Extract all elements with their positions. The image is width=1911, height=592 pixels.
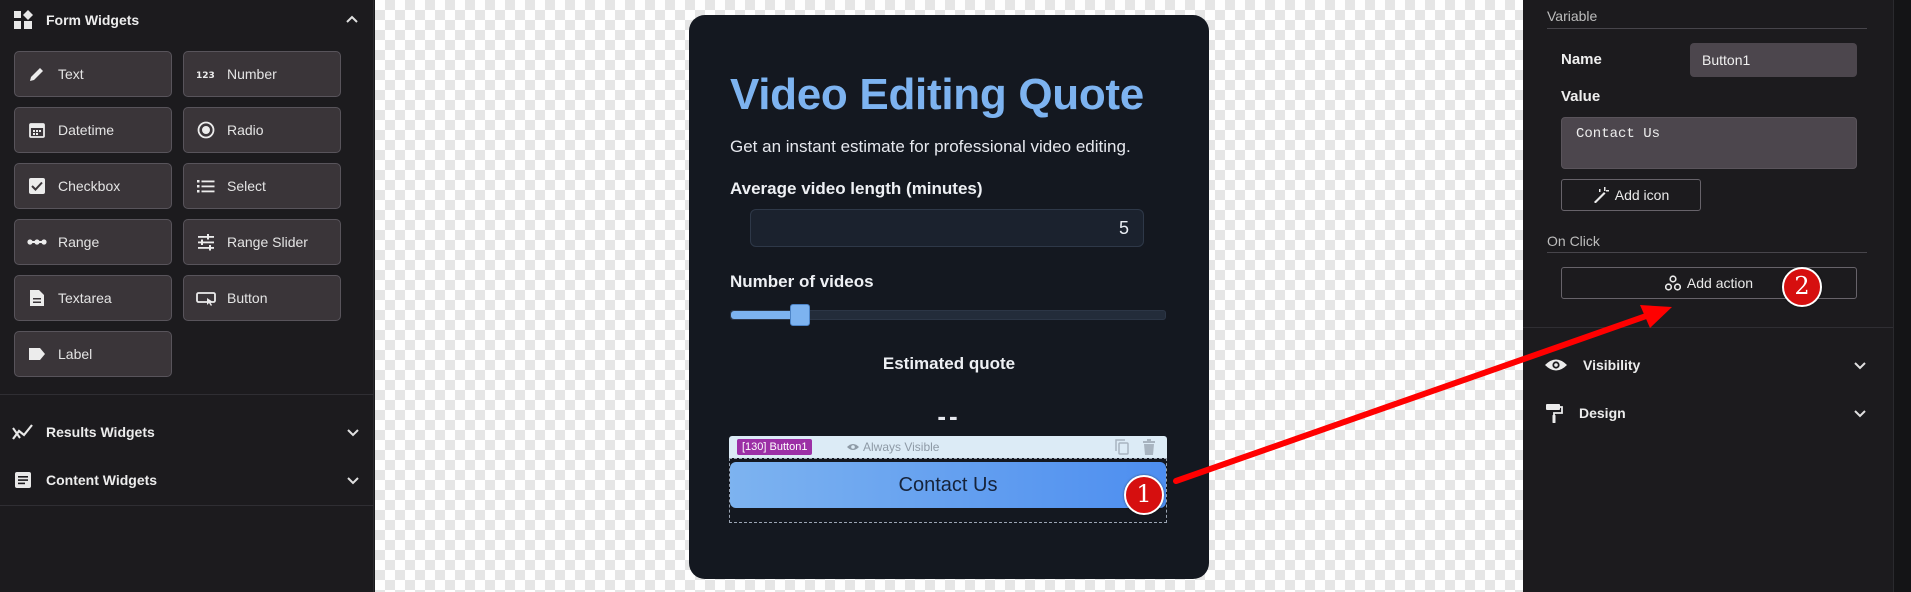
video-length-input[interactable]: 5 xyxy=(750,209,1144,247)
chevron-down-icon[interactable] xyxy=(344,471,362,489)
chevron-down-icon[interactable] xyxy=(344,423,362,441)
widget-textarea[interactable]: Textarea xyxy=(14,275,172,321)
add-icon-label: Add icon xyxy=(1614,187,1670,203)
video-length-label: Average video length (minutes) xyxy=(730,179,983,198)
widget-datetime-label: Datetime xyxy=(58,122,115,138)
value-textarea[interactable]: Contact Us xyxy=(1561,117,1857,169)
widget-number[interactable]: 123 Number xyxy=(183,51,341,97)
widget-range-label: Range xyxy=(58,234,100,250)
widget-range[interactable]: Range xyxy=(14,219,172,265)
quote-value: -- xyxy=(937,401,961,431)
sliders-icon xyxy=(196,232,216,252)
widget-number-label: Number xyxy=(227,66,277,82)
content-widgets-title: Content Widgets xyxy=(46,472,158,488)
widget-sidebar: Form Widgets Text 123 Number Datetime Ra… xyxy=(0,0,374,592)
widget-text-label: Text xyxy=(58,66,84,82)
magic-wand-icon xyxy=(1593,187,1609,203)
chevron-down-icon xyxy=(1854,410,1866,418)
widget-textarea-label: Textarea xyxy=(58,290,112,306)
copy-icon[interactable] xyxy=(1115,439,1129,460)
widget-select-label: Select xyxy=(227,178,266,194)
section-divider xyxy=(1547,28,1867,29)
contact-us-button[interactable]: Contact Us xyxy=(730,462,1166,508)
visibility-label: Visibility xyxy=(1583,357,1641,373)
design-label: Design xyxy=(1579,405,1626,421)
selected-widget-toolbar: [130] Button1 Always Visible xyxy=(729,436,1167,458)
calendar-icon xyxy=(27,120,47,140)
eye-icon xyxy=(1545,359,1567,371)
document-icon xyxy=(27,288,47,308)
visibility-status-text: Always Visible xyxy=(863,440,940,454)
content-widgets-header[interactable]: Content Widgets xyxy=(0,460,374,500)
list-icon xyxy=(196,176,216,196)
name-input[interactable] xyxy=(1690,43,1857,77)
widget-checkbox[interactable]: Checkbox xyxy=(14,163,172,209)
radio-icon xyxy=(196,120,216,140)
section-divider xyxy=(1547,252,1867,253)
visibility-status: Always Visible xyxy=(847,440,939,454)
number-icon: 123 xyxy=(196,64,216,84)
form-subtitle: Get an instant estimate for professional… xyxy=(730,137,1131,156)
widget-id-tag: [130] Button1 xyxy=(737,439,813,455)
form-widget-grid: Text 123 Number Datetime Radio Checkbox … xyxy=(14,51,344,377)
panel-scrollbar[interactable] xyxy=(1893,0,1911,592)
form-title: Video Editing Quote xyxy=(730,70,1144,119)
chevron-up-icon[interactable] xyxy=(343,11,361,29)
design-accordion[interactable]: Design xyxy=(1523,393,1893,433)
chevron-down-icon xyxy=(1854,362,1866,370)
range-icon xyxy=(27,232,47,252)
widget-button[interactable]: Button xyxy=(183,275,341,321)
widget-checkbox-label: Checkbox xyxy=(58,178,121,194)
visibility-accordion[interactable]: Visibility xyxy=(1523,345,1893,385)
widget-range-slider-label: Range Slider xyxy=(227,234,308,250)
results-widgets-header[interactable]: Results Widgets xyxy=(0,412,374,452)
quote-label: Estimated quote xyxy=(882,354,1016,373)
editor-canvas: Video Editing Quote Get an instant estim… xyxy=(375,0,1523,592)
properties-panel: Variable Name Value Contact Us Add icon … xyxy=(1523,0,1893,592)
form-widgets-header[interactable]: Form Widgets xyxy=(0,0,373,40)
webhook-icon xyxy=(1664,275,1681,291)
results-widgets-title: Results Widgets xyxy=(46,424,155,440)
trash-icon[interactable] xyxy=(1143,439,1155,460)
label-icon xyxy=(27,344,47,364)
svg-text:123: 123 xyxy=(196,71,215,81)
widget-button-label: Button xyxy=(227,290,268,306)
add-action-label: Add action xyxy=(1686,275,1754,291)
videos-count-label: Number of videos xyxy=(730,272,874,291)
sidebar-divider xyxy=(0,394,374,395)
step-badge-1: 1 xyxy=(1124,475,1164,515)
widget-radio-label: Radio xyxy=(227,122,264,138)
value-label: Value xyxy=(1561,88,1601,105)
widgets-icon xyxy=(12,9,34,31)
panel-divider xyxy=(1523,327,1893,328)
checkbox-icon xyxy=(27,176,47,196)
onclick-section-label: On Click xyxy=(1547,233,1600,249)
widget-select[interactable]: Select xyxy=(183,163,341,209)
widget-label[interactable]: Label xyxy=(14,331,172,377)
step-badge-2: 2 xyxy=(1782,267,1822,307)
videos-range-thumb[interactable] xyxy=(789,304,810,326)
form-widgets-title: Form Widgets xyxy=(46,12,140,28)
widget-label-label: Label xyxy=(58,346,93,362)
sidebar-divider xyxy=(0,505,374,506)
eye-icon xyxy=(847,444,859,450)
widget-radio[interactable]: Radio xyxy=(183,107,341,153)
add-icon-button[interactable]: Add icon xyxy=(1561,179,1701,211)
pencil-icon xyxy=(27,64,47,84)
widget-datetime[interactable]: Datetime xyxy=(14,107,172,153)
variable-section-label: Variable xyxy=(1547,8,1598,24)
chart-line-icon xyxy=(12,421,34,443)
paint-roller-icon xyxy=(1546,404,1563,423)
button-icon xyxy=(196,288,216,308)
widget-range-slider[interactable]: Range Slider xyxy=(183,219,341,265)
article-icon xyxy=(12,469,34,491)
name-label: Name xyxy=(1561,51,1602,68)
widget-text[interactable]: Text xyxy=(14,51,172,97)
